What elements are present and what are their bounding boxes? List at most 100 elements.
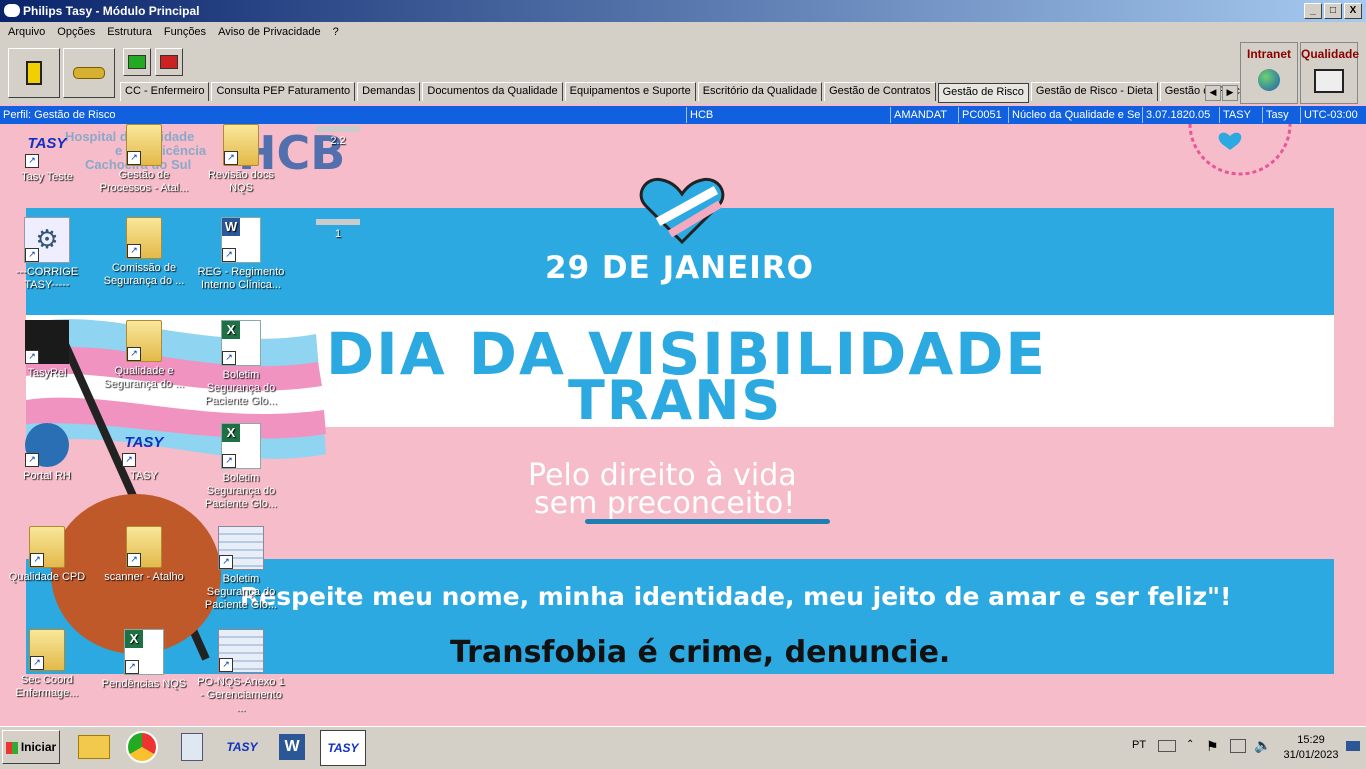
language-indicator[interactable]: PT	[1132, 739, 1146, 751]
taskbar-tasy-active[interactable]: TASY	[320, 730, 366, 766]
status-perfil: Perfil: Gestão de Risco	[3, 109, 116, 121]
desktop-icon[interactable]: 1	[292, 217, 384, 241]
desktop-icon-label: ---CORRIGE TASY-----	[15, 266, 79, 291]
menu-estrutura[interactable]: Estrutura	[107, 26, 152, 38]
menu-help[interactable]: ?	[333, 26, 339, 38]
printer-red-icon	[160, 55, 178, 69]
minimize-button[interactable]: _	[1304, 3, 1322, 19]
desktop-icon-label: PO-NQS-Anexo 1 - Gerenciamento ...	[197, 676, 285, 714]
network-icon[interactable]	[1230, 739, 1246, 753]
tab-escritorio-qualidade[interactable]: Escritório da Qualidade	[697, 82, 823, 101]
desktop-icon[interactable]: TASY ↗ TASY	[98, 423, 190, 483]
clock-date: 31/01/2023	[1283, 749, 1339, 761]
tab-cc-enfermeiro[interactable]: CC - Enfermeiro	[120, 82, 210, 101]
taskbar-explorer[interactable]	[72, 730, 116, 764]
desktop-icon[interactable]: TASY ↗ Tasy Teste	[1, 124, 93, 184]
shortcut-arrow-icon: ↗	[25, 350, 39, 364]
shortcut-arrow-icon: ↗	[25, 453, 39, 467]
status-user: AMANDAT	[890, 107, 954, 123]
menu-bar: Arquivo Opções Estrutura Funções Aviso d…	[0, 22, 1366, 41]
wallpaper-respeite: Respeite meu nome, minha identidade, meu…	[240, 582, 1232, 611]
taskbar-tasy[interactable]: TASY	[220, 730, 264, 764]
clock[interactable]: 15:29 31/01/2023	[1282, 733, 1340, 763]
taskbar-word[interactable]: W	[270, 730, 314, 764]
intranet-button[interactable]: Intranet	[1240, 42, 1298, 104]
wallpaper-underline	[585, 519, 830, 524]
maximize-button[interactable]: □	[1324, 3, 1342, 19]
tab-scroll-right[interactable]: ▶	[1222, 85, 1238, 101]
excel-doc-icon: X ↗	[221, 320, 261, 366]
desktop-icon[interactable]: ↗ scanner - Atalho	[98, 526, 190, 584]
tab-consulta-pep[interactable]: Consulta PEP Faturamento	[211, 82, 356, 101]
shortcut-arrow-icon: ↗	[30, 553, 44, 567]
volume-icon[interactable]: 🔈	[1254, 737, 1271, 754]
desktop-icon-label: 2.2	[330, 135, 346, 147]
handshake-icon: ↗	[25, 320, 69, 364]
desktop-icon[interactable]: ↗ Revisão docs NQS	[195, 124, 287, 195]
desktop-icon[interactable]: ↗ Qualidade CPD	[1, 526, 93, 584]
tab-scroll-left[interactable]: ◀	[1205, 85, 1221, 101]
keyboard-icon[interactable]	[1158, 740, 1176, 752]
calculator-icon	[181, 733, 203, 761]
desktop-icon[interactable]: ↗ PO-NQS-Anexo 1 - Gerenciamento ...	[195, 629, 287, 715]
status-sector: Núcleo da Qualidade e Se	[1008, 107, 1142, 123]
tab-gestao-risco-dieta[interactable]: Gestão de Risco - Dieta	[1030, 82, 1158, 101]
word-doc-icon: W ↗	[221, 217, 261, 263]
taskbar-calculator[interactable]	[170, 730, 214, 764]
desktop-icon[interactable]: ↗ Comissão de Segurança do ...	[98, 217, 190, 288]
title-bar: Philips Tasy - Módulo Principal _ □ X	[0, 0, 1366, 22]
desktop-icon[interactable]: 2.2	[292, 124, 384, 148]
flag-icon[interactable]: ⚑	[1206, 738, 1219, 755]
heart-icon	[639, 177, 725, 245]
desktop-icon[interactable]: X ↗ Boletim Segurança do Paciente Glo...	[195, 423, 287, 511]
desktop-icon[interactable]: ↗ Portal RH	[1, 423, 93, 483]
tab-documentos-qualidade[interactable]: Documentos da Qualidade	[422, 82, 563, 101]
menu-arquivo[interactable]: Arquivo	[8, 26, 45, 38]
desktop-icon-label: Revisão docs NQS	[207, 169, 275, 194]
tasy-icon: TASY ↗	[122, 423, 166, 467]
tasy-icon: TASY ↗	[25, 124, 69, 168]
desktop-icon[interactable]: ↗ Gestão de Processos - Atal...	[98, 124, 190, 195]
start-label: Iniciar	[20, 740, 57, 754]
exit-button[interactable]	[8, 48, 60, 98]
print-alt-button[interactable]	[155, 48, 183, 76]
desktop-icon[interactable]: ↗ Qualidade e Segurança do ...	[98, 320, 190, 391]
desktop-icon[interactable]: ↗ Boletim Segurança do Paciente Glo...	[195, 526, 287, 612]
desktop-icon[interactable]: X ↗ Boletim Segurança do Paciente Glo...	[195, 320, 287, 408]
desktop-icon-label: Qualidade CPD	[8, 571, 86, 583]
desktop-icon-label: Gestão de Processos - Atal...	[99, 169, 189, 194]
tab-equipamentos[interactable]: Equipamentos e Suporte	[564, 82, 696, 101]
menu-funcoes[interactable]: Funções	[164, 26, 206, 38]
printer-icon	[128, 55, 146, 69]
wallpaper-crime: Transfobia é crime, denuncie.	[450, 635, 951, 670]
tab-gestao-risco[interactable]: Gestão de Risco	[937, 83, 1029, 103]
shortcut-arrow-icon: ↗	[25, 248, 39, 262]
tab-demandas[interactable]: Demandas	[357, 82, 421, 101]
folder-icon: ↗	[126, 526, 162, 568]
qualidade-button[interactable]: Qualidade	[1300, 42, 1359, 104]
status-system: TASY	[1219, 107, 1261, 123]
chrome-icon	[126, 731, 158, 763]
status-hospital: HCB	[686, 107, 886, 123]
menu-opcoes[interactable]: Opções	[57, 26, 95, 38]
print-button[interactable]	[123, 48, 151, 76]
spreadsheet-icon: ↗	[218, 629, 264, 673]
shortcut-arrow-icon: ↗	[25, 154, 39, 168]
keys-button[interactable]	[63, 48, 115, 98]
tray-expand-icon[interactable]: ⌃	[1186, 739, 1194, 750]
start-button[interactable]: Iniciar	[2, 730, 60, 764]
taskbar-chrome[interactable]	[120, 730, 164, 764]
desktop-icon[interactable]: ↗ Sec Coord Enfermage...	[1, 629, 93, 700]
desktop-icon[interactable]: ↗ TasyRel	[1, 320, 93, 380]
shortcut-arrow-icon: ↗	[222, 454, 236, 468]
desktop-icon-label: Pendências NQS	[101, 678, 187, 690]
desktop-icon[interactable]: W ↗ REG - Regimento Interno Clínica...	[195, 217, 287, 292]
desktop-icon[interactable]: X ↗ Pendências NQS	[98, 629, 190, 691]
close-button[interactable]: X	[1344, 3, 1362, 19]
show-desktop-icon[interactable]	[1346, 741, 1360, 751]
menu-privacidade[interactable]: Aviso de Privacidade	[218, 26, 321, 38]
desktop-icon[interactable]: ⚙ ↗ ---CORRIGE TASY-----	[1, 217, 93, 292]
status-version: 3.07.1820.05	[1142, 107, 1218, 123]
tab-gestao-contratos[interactable]: Gestão de Contratos	[824, 82, 936, 101]
excel-doc-icon: X ↗	[124, 629, 164, 675]
